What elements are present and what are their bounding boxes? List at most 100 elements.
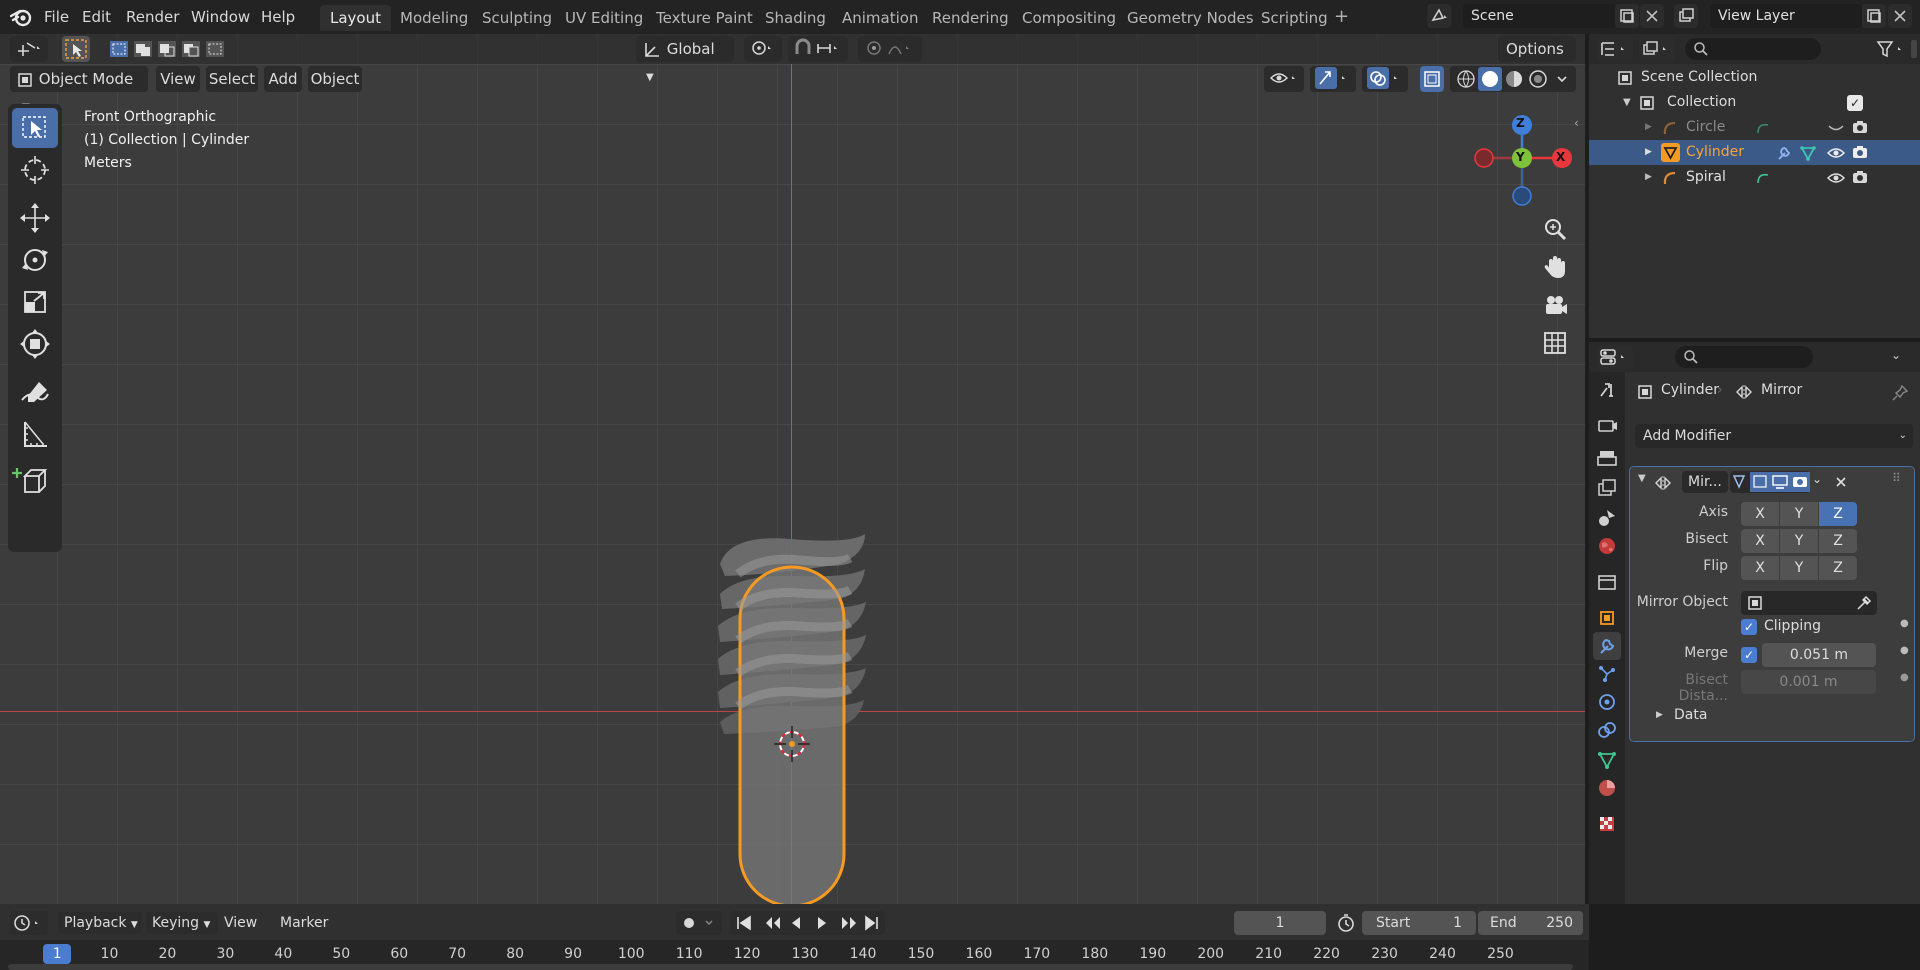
scene-browse-icon[interactable] <box>1427 4 1451 28</box>
gizmo-toggle-icon[interactable] <box>1310 66 1356 92</box>
modifier-menu-chevron-icon[interactable]: ⌄ <box>1812 472 1822 486</box>
rotate-tool-icon[interactable] <box>12 240 58 280</box>
outliner-search-input[interactable] <box>1685 38 1821 60</box>
pivot-point-icon[interactable] <box>744 36 782 62</box>
expand-arrow-icon[interactable]: ▶ <box>1645 165 1652 190</box>
merge-distance-field[interactable]: 0.051 m <box>1762 643 1876 667</box>
pan-hand-icon[interactable] <box>1540 252 1570 286</box>
physics-tab-icon[interactable] <box>1593 688 1621 716</box>
current-frame-field[interactable]: 1 <box>1234 911 1326 935</box>
drag-handle-icon[interactable]: ⠿ <box>1892 471 1901 485</box>
axis-y-button[interactable]: Y <box>1780 502 1818 526</box>
tab-shading[interactable]: Shading <box>755 5 836 31</box>
flip-x-button[interactable]: X <box>1741 556 1779 580</box>
axis-z-button[interactable]: Z <box>1819 502 1857 526</box>
cursor-tool-icon[interactable] <box>12 150 58 190</box>
timeline-menu-marker[interactable]: Marker <box>280 915 328 931</box>
new-view-layer-icon[interactable] <box>1862 4 1886 28</box>
proportional-editing-icon[interactable] <box>858 36 922 62</box>
world-tab-icon[interactable] <box>1593 532 1621 560</box>
start-frame-field[interactable]: Start 1 <box>1362 911 1476 935</box>
navigation-gizmo[interactable] <box>1472 108 1582 208</box>
data-tab-icon[interactable] <box>1593 746 1621 774</box>
tab-rendering[interactable]: Rendering <box>922 5 1019 31</box>
timeline-scrollbar[interactable] <box>8 964 1573 970</box>
delete-scene-icon[interactable] <box>1640 4 1664 28</box>
3d-viewport[interactable]: Global ▼ Options ▼ Object Mode ▼ View Se… <box>0 34 1585 904</box>
auto-keying-toggle[interactable] <box>676 911 722 935</box>
viewport-menu-select[interactable]: Select <box>206 66 258 92</box>
expand-arrow-icon[interactable]: ▼ <box>1623 90 1631 115</box>
scene-name-field[interactable]: Scene <box>1463 4 1615 28</box>
sidebar-toggle-icon[interactable]: ‹ <box>1574 116 1579 130</box>
outliner-row-collection[interactable]: ▼ Collection ✓ <box>1589 90 1920 115</box>
zoom-icon[interactable] <box>1540 214 1570 248</box>
scene-objects[interactable] <box>700 494 890 904</box>
chevron-down-icon[interactable]: ⌄ <box>1891 348 1901 362</box>
annotate-tool-icon[interactable] <box>12 372 58 412</box>
editor-type-icon[interactable] <box>10 36 48 62</box>
playback-controls[interactable] <box>730 911 885 935</box>
scene-tab-icon[interactable] <box>1593 504 1621 532</box>
outliner-editor-type-icon[interactable] <box>1597 37 1633 61</box>
transform-tool-icon[interactable] <box>12 324 58 364</box>
particles-tab-icon[interactable] <box>1593 660 1621 688</box>
bisect-x-button[interactable]: X <box>1741 529 1779 553</box>
outliner-row-cylinder[interactable]: ▶ Cylinder <box>1589 140 1920 165</box>
tab-uv-editing[interactable]: UV Editing <box>555 5 653 31</box>
output-tab-icon[interactable] <box>1593 444 1621 472</box>
timeline-editor-type-icon[interactable] <box>10 911 48 935</box>
keyframe-dot-icon[interactable]: ● <box>1900 672 1909 683</box>
flip-z-button[interactable]: Z <box>1819 556 1857 580</box>
data-subpanel-label[interactable]: Data <box>1674 707 1707 723</box>
select-box-tool-icon[interactable] <box>12 108 58 148</box>
add-modifier-dropdown[interactable]: Add Modifier ⌄ <box>1635 424 1913 448</box>
viewport-menu-view[interactable]: View <box>156 66 200 92</box>
outliner-row-scene-collection[interactable]: Scene Collection <box>1589 65 1920 90</box>
view-layer-name-field[interactable]: View Layer <box>1710 4 1862 28</box>
camera-view-icon[interactable] <box>1540 290 1570 324</box>
modifier-tab-icon[interactable] <box>1593 632 1621 660</box>
tool-tab-icon[interactable] <box>1593 376 1621 404</box>
select-tool-mode-icon[interactable] <box>62 36 90 62</box>
axis-x-button[interactable]: X <box>1741 502 1779 526</box>
collection-tab-icon[interactable] <box>1593 568 1621 596</box>
tab-animation[interactable]: Animation <box>832 5 928 31</box>
remove-modifier-icon[interactable] <box>1834 475 1848 489</box>
properties-search-input[interactable] <box>1675 346 1813 368</box>
move-tool-icon[interactable] <box>12 198 58 238</box>
keyframe-dot-icon[interactable]: ● <box>1900 645 1909 656</box>
scale-tool-icon[interactable] <box>12 282 58 322</box>
collapse-arrow-icon[interactable]: ▼ <box>1638 473 1646 484</box>
tab-geometry-nodes[interactable]: Geometry Nodes <box>1117 5 1264 31</box>
tab-layout[interactable]: Layout <box>320 5 391 31</box>
blender-logo-icon[interactable] <box>9 7 32 31</box>
display-mode-icon[interactable] <box>1639 37 1675 61</box>
new-scene-icon[interactable] <box>1615 4 1639 28</box>
render-tab-icon[interactable] <box>1593 412 1621 440</box>
shading-mode-buttons[interactable] <box>1450 66 1576 92</box>
material-tab-icon[interactable] <box>1593 774 1621 802</box>
viewport-menu-add[interactable]: Add <box>264 66 302 92</box>
object-mode-dropdown[interactable]: Object Mode ▼ <box>10 66 148 113</box>
modifier-name-field[interactable]: Mir... <box>1682 471 1728 493</box>
merge-checkbox[interactable]: ✓ <box>1741 647 1757 663</box>
menu-file[interactable]: File <box>44 5 69 29</box>
properties-editor-type-icon[interactable] <box>1597 345 1633 369</box>
bisect-distance-field[interactable]: 0.001 m <box>1741 670 1876 694</box>
tab-scripting[interactable]: Scripting <box>1251 5 1338 31</box>
expand-arrow-icon[interactable]: ▶ <box>1645 140 1652 165</box>
flip-y-button[interactable]: Y <box>1780 556 1818 580</box>
selection-mode-buttons-icon[interactable] <box>108 38 232 64</box>
add-cube-tool-icon[interactable] <box>12 462 58 502</box>
snap-icon[interactable] <box>788 36 848 62</box>
tab-sculpting[interactable]: Sculpting <box>472 5 562 31</box>
visibility-filter-icon[interactable] <box>1264 66 1304 92</box>
bisect-z-button[interactable]: Z <box>1819 529 1857 553</box>
playback-menu[interactable]: Playback ▼ <box>58 912 142 934</box>
menu-help[interactable]: Help <box>261 5 295 29</box>
menu-window[interactable]: Window <box>191 5 250 29</box>
constraints-tab-icon[interactable] <box>1593 716 1621 744</box>
view-layer-tab-icon[interactable] <box>1593 474 1621 502</box>
add-workspace-icon[interactable]: + <box>1334 6 1349 27</box>
